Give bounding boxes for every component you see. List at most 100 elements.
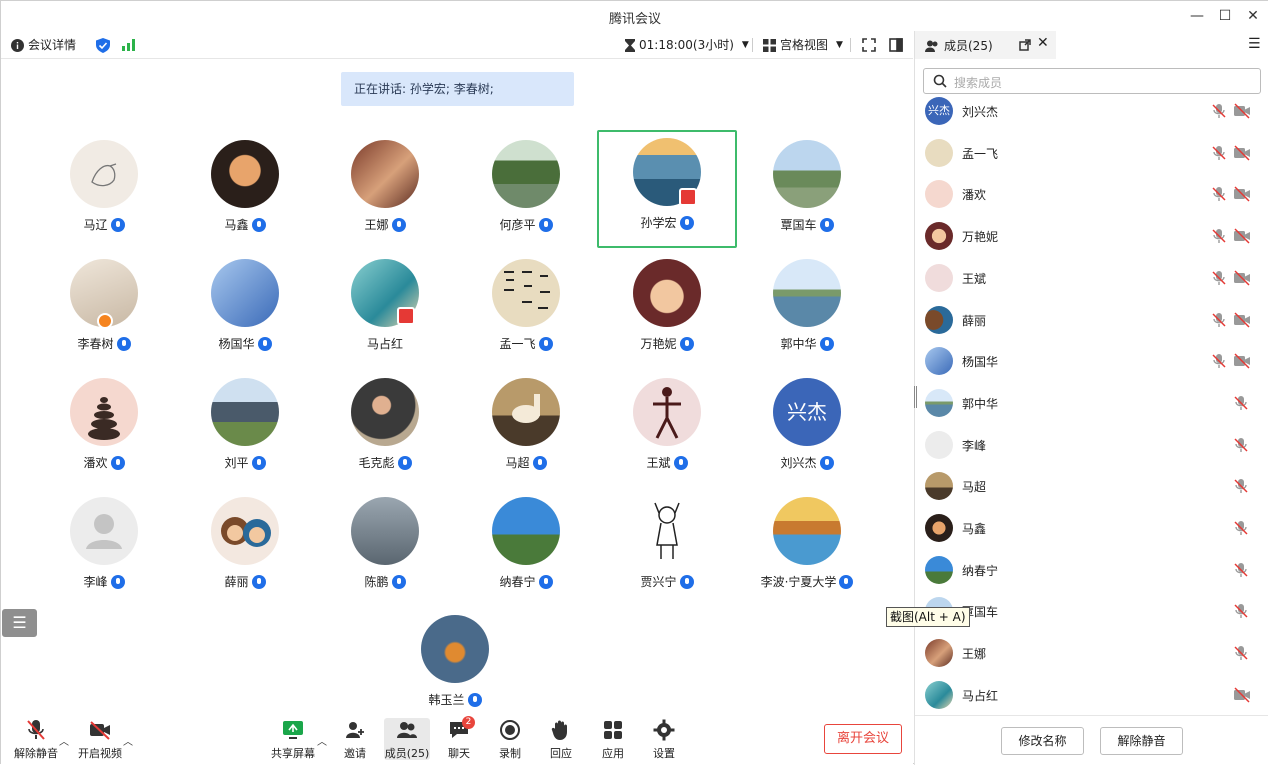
timer-dropdown[interactable]: 01:18:00(3小时) ▼ — [625, 37, 749, 53]
participant-tile-speaking[interactable]: 孙学宏 — [597, 130, 737, 248]
members-button[interactable]: 成员(25) — [384, 718, 430, 760]
camera-off-icon[interactable] — [1233, 311, 1251, 328]
popout-icon[interactable] — [1019, 39, 1031, 51]
participant-tile[interactable]: 李春树 — [34, 251, 174, 369]
participant-tile[interactable]: 薛丽 — [175, 489, 315, 607]
view-mode-dropdown[interactable]: 宫格视图 ▼ — [763, 37, 843, 53]
mic-muted-icon[interactable] — [1233, 645, 1249, 661]
mic-muted-icon[interactable] — [1233, 603, 1249, 619]
participant-tile[interactable]: 兴杰 刘兴杰 — [737, 370, 877, 488]
camera-off-icon[interactable] — [1233, 353, 1251, 369]
chevron-up-icon[interactable]: ︿ — [59, 733, 69, 748]
invite-button[interactable]: 邀请 — [332, 719, 378, 761]
members-tab[interactable]: 成员(25) ✕ — [915, 31, 1056, 59]
signal-icon[interactable] — [122, 39, 136, 51]
member-row[interactable]: 薛丽 — [915, 299, 1268, 341]
participant-tile[interactable]: 李波·宁夏大学 — [737, 489, 877, 607]
close-button[interactable]: ✕ — [1242, 5, 1264, 27]
unmute-button[interactable]: 解除静音 — [13, 719, 59, 761]
participant-tile[interactable]: 马超 — [456, 370, 596, 488]
member-row[interactable]: 纳春宁 — [915, 549, 1268, 591]
mic-muted-icon[interactable] — [1233, 520, 1249, 536]
avatar — [633, 259, 701, 327]
avatar — [925, 555, 953, 584]
member-row[interactable]: 杨国华 — [915, 340, 1268, 382]
mic-muted-icon[interactable] — [1211, 186, 1227, 202]
camera-off-icon[interactable] — [1233, 270, 1251, 286]
mic-muted-icon[interactable] — [1211, 228, 1227, 244]
participant-tile[interactable]: 毛克彪 — [315, 370, 455, 488]
unmute-all-button[interactable]: 解除静音 — [1100, 727, 1183, 755]
participant-tile[interactable]: 王斌 — [597, 370, 737, 488]
member-row[interactable]: 马超 — [915, 465, 1268, 507]
member-row[interactable]: 李峰 — [915, 424, 1268, 466]
rename-button[interactable]: 修改名称 — [1001, 727, 1084, 755]
meeting-info-button[interactable]: 会议详情 — [11, 37, 76, 53]
react-button[interactable]: 回应 — [538, 719, 584, 761]
camera-off-icon[interactable] — [1233, 186, 1251, 202]
apps-button[interactable]: 应用 — [590, 719, 636, 761]
camera-off-icon[interactable] — [1233, 145, 1251, 161]
participant-tile[interactable]: 刘平 — [175, 370, 315, 488]
panel-resize-handle[interactable] — [914, 386, 917, 408]
record-button[interactable]: 录制 — [487, 719, 533, 761]
close-icon[interactable]: ✕ — [1037, 35, 1049, 51]
participant-tile[interactable]: 纳春宁 — [456, 489, 596, 607]
participant-name: 郭中华 — [737, 335, 877, 352]
participant-tile[interactable]: 马占红 — [315, 251, 455, 369]
camera-off-icon[interactable] — [1233, 228, 1251, 244]
mic-muted-icon[interactable] — [1233, 478, 1249, 494]
member-row[interactable]: 郭中华 — [915, 382, 1268, 424]
settings-button[interactable]: 设置 — [641, 719, 687, 761]
camera-off-icon[interactable] — [1233, 687, 1251, 703]
mic-muted-icon[interactable] — [1211, 270, 1227, 286]
mic-icon — [673, 456, 688, 470]
participant-tile[interactable]: 李峰 — [34, 489, 174, 607]
participant-tile[interactable]: 马鑫 — [175, 132, 315, 250]
sidebar-toggle-icon[interactable] — [889, 38, 903, 52]
member-row[interactable]: 潘欢 — [915, 173, 1268, 215]
participant-tile[interactable]: 孟一飞 — [456, 251, 596, 369]
mic-muted-icon[interactable] — [1211, 145, 1227, 161]
member-row[interactable]: 兴杰 刘兴杰 — [915, 90, 1268, 132]
chat-button[interactable]: 2 聊天 — [436, 716, 482, 761]
chevron-up-icon[interactable]: ︿ — [317, 733, 327, 748]
maximize-button[interactable]: ☐ — [1214, 5, 1236, 27]
member-row[interactable]: 马鑫 — [915, 507, 1268, 549]
mic-muted-icon[interactable] — [1233, 437, 1249, 453]
member-row[interactable]: 王娜 — [915, 632, 1268, 674]
chevron-up-icon[interactable]: ︿ — [123, 733, 133, 748]
chat-unread-badge: 2 — [462, 716, 475, 729]
member-row[interactable]: 马占红 — [915, 674, 1268, 716]
avatar — [925, 472, 953, 501]
menu-icon[interactable]: ☰ — [1248, 36, 1261, 52]
member-row[interactable]: 王斌 — [915, 257, 1268, 299]
avatar — [925, 514, 953, 542]
fullscreen-icon[interactable] — [862, 38, 876, 52]
participant-tile[interactable]: 郭中华 — [737, 251, 877, 369]
participant-tile[interactable]: 何彦平 — [456, 132, 596, 250]
mic-muted-icon[interactable] — [1211, 312, 1227, 328]
mic-muted-icon[interactable] — [1233, 395, 1249, 411]
list-toggle-button[interactable]: ☰ — [2, 609, 37, 637]
member-row[interactable]: 孟一飞 — [915, 132, 1268, 174]
mic-muted-icon[interactable] — [1211, 103, 1227, 119]
minimize-button[interactable]: — — [1186, 5, 1208, 27]
participant-tile[interactable]: 贾兴宁 — [597, 489, 737, 607]
participant-tile[interactable]: 陈鹏 — [315, 489, 455, 607]
member-row[interactable]: 万艳妮 — [915, 215, 1268, 257]
mic-muted-icon[interactable] — [1211, 353, 1227, 369]
shield-icon[interactable] — [96, 38, 110, 53]
participant-tile[interactable]: 潘欢 — [34, 370, 174, 488]
camera-off-icon[interactable] — [1233, 103, 1251, 119]
participant-tile[interactable]: 覃国车 — [737, 132, 877, 250]
participant-tile[interactable]: 万艳妮 — [597, 251, 737, 369]
leave-meeting-button[interactable]: 离开会议 — [824, 724, 902, 754]
participant-tile[interactable]: 王娜 — [315, 132, 455, 250]
participant-tile[interactable]: 马辽 — [34, 132, 174, 250]
start-video-button[interactable]: 开启视频 — [77, 719, 123, 761]
participant-tile[interactable]: 韩玉兰 — [385, 607, 525, 725]
share-screen-button[interactable]: 共享屏幕 — [270, 719, 316, 761]
mic-muted-icon[interactable] — [1233, 562, 1249, 578]
participant-tile[interactable]: 杨国华 — [175, 251, 315, 369]
